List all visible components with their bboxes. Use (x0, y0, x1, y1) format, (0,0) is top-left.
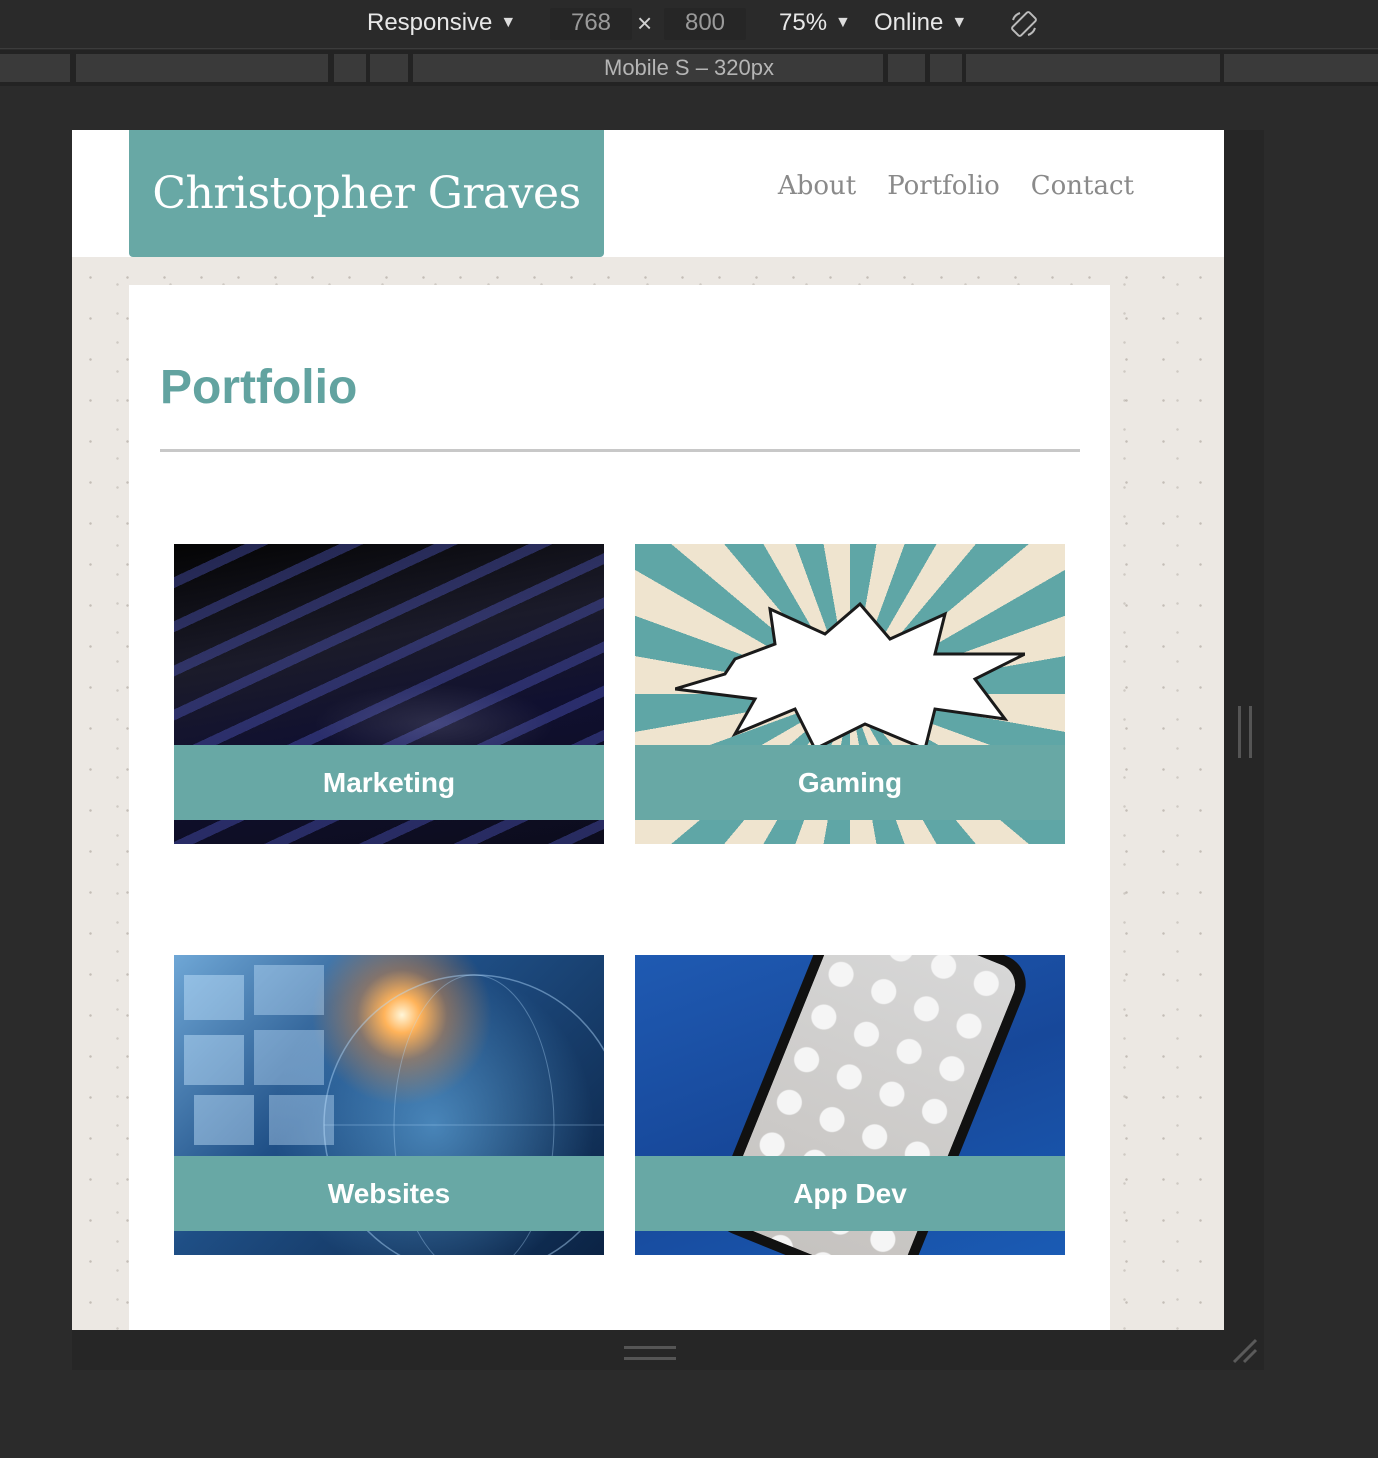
device-select[interactable]: Responsive ▼ (367, 8, 516, 40)
media-query-bar: Mobile S – 320px (0, 50, 1378, 86)
height-input[interactable]: 800 (664, 8, 746, 40)
tile-caption: Marketing (174, 745, 604, 820)
caret-down-icon: ▼ (951, 14, 968, 31)
nav-link-about[interactable]: About (778, 168, 856, 204)
nav-link-portfolio[interactable]: Portfolio (887, 168, 1000, 204)
page-title: Portfolio (160, 361, 358, 414)
tile-caption: App Dev (635, 1156, 1065, 1231)
content-card: Portfolio Marketing Gaming Websites App … (129, 285, 1110, 1330)
grip-icon (1238, 706, 1252, 758)
main-nav: About Portfolio Contact (778, 168, 1134, 204)
portfolio-tile-app-dev[interactable]: App Dev (635, 955, 1065, 1255)
title-divider (160, 449, 1080, 452)
corner-resize-icon[interactable] (1230, 1336, 1258, 1364)
portfolio-tile-gaming[interactable]: Gaming (635, 544, 1065, 844)
brand-logo[interactable]: Christopher Graves (129, 130, 604, 257)
preset-label: Mobile S – 320px (604, 55, 774, 80)
dimension-separator: × (637, 8, 653, 38)
device-select-label: Responsive (367, 9, 493, 36)
device-toolbar: Responsive ▼ 768 × 800 75% ▼ Online ▼ (0, 0, 1378, 49)
network-throttle-select[interactable]: Online ▼ (874, 8, 967, 40)
grip-icon (624, 1346, 676, 1360)
tile-caption: Gaming (635, 745, 1065, 820)
caret-down-icon: ▼ (835, 14, 851, 31)
rotate-device-icon[interactable] (1010, 10, 1037, 37)
site-header: Christopher Graves About Portfolio Conta… (72, 130, 1224, 257)
nav-link-contact[interactable]: Contact (1031, 168, 1134, 204)
caret-down-icon: ▼ (500, 14, 517, 31)
emulated-viewport: Christopher Graves About Portfolio Conta… (72, 130, 1224, 1330)
tile-caption: Websites (174, 1156, 604, 1231)
bottom-resize-handle[interactable] (72, 1330, 1264, 1370)
right-resize-handle[interactable] (1224, 130, 1264, 1330)
portfolio-tile-websites[interactable]: Websites (174, 955, 604, 1255)
zoom-select-label: 75% (779, 9, 828, 36)
network-select-label: Online (874, 9, 944, 36)
zoom-select[interactable]: 75% ▼ (779, 8, 851, 40)
portfolio-tile-marketing[interactable]: Marketing (174, 544, 604, 844)
width-input[interactable]: 768 (550, 8, 632, 40)
comic-burst-icon (675, 601, 1025, 749)
